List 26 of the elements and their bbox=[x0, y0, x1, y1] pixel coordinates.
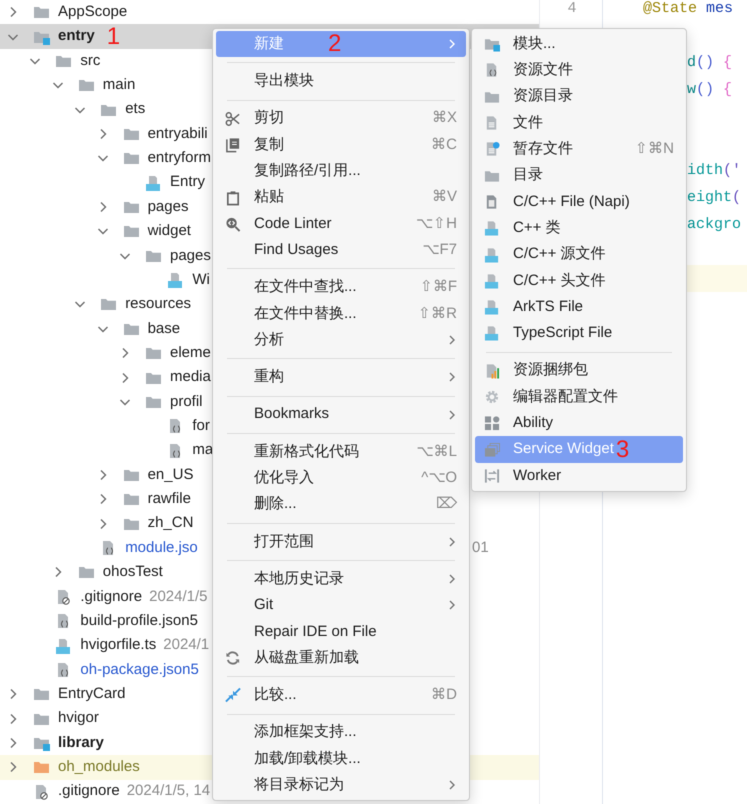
code-line: eight( bbox=[687, 188, 742, 206]
shortcut-label: ⇧⌘R bbox=[418, 304, 457, 324]
shortcut-label: ⌦ bbox=[436, 494, 457, 514]
shortcut-label: ⌘C bbox=[431, 134, 457, 155]
shortcut-label: ⌥F7 bbox=[422, 240, 457, 260]
shortcut-label: ⌥⌘L bbox=[416, 442, 457, 462]
shortcut-label: ^⌥O bbox=[421, 468, 457, 488]
shortcut-label: ⇧⌘N bbox=[635, 139, 674, 160]
shortcut-label: ⌥⇧H bbox=[416, 214, 457, 234]
shortcut-label: ⌘D bbox=[431, 685, 457, 706]
code-line: idth(' bbox=[687, 162, 742, 178]
file-date: 01 bbox=[472, 538, 489, 558]
step-number: 3 bbox=[616, 438, 630, 462]
code-line: d() { bbox=[687, 54, 732, 70]
file-date: 2024/1 bbox=[163, 635, 210, 656]
line-number: 4 bbox=[566, 0, 578, 18]
shortcut-label: ⇧⌘F bbox=[420, 277, 457, 298]
code-line: w() { bbox=[687, 80, 732, 98]
step-number: 1 bbox=[106, 24, 120, 49]
code-line: @State mes bbox=[643, 0, 734, 16]
shortcut-label: ⌘V bbox=[432, 187, 457, 208]
file-date: 2024/1/5 bbox=[149, 586, 208, 607]
code-line: ackgro bbox=[687, 216, 742, 232]
file-date: 2024/1/5, 14 bbox=[126, 781, 210, 802]
shortcut-label: ⌘X bbox=[432, 108, 457, 128]
step-number: 2 bbox=[328, 32, 342, 56]
